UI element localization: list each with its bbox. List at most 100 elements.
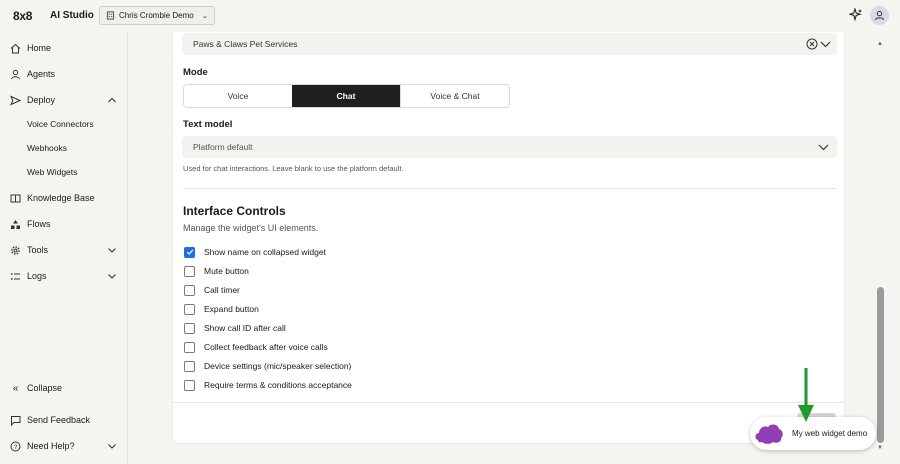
sparkle-icon[interactable] (849, 8, 863, 22)
send-feedback-button[interactable]: Send Feedback (0, 409, 128, 431)
control-label: Expand button (204, 304, 259, 314)
control-label: Collect feedback after voice calls (204, 342, 328, 352)
check-icon (186, 249, 193, 255)
feedback-icon (11, 415, 21, 426)
logo[interactable]: 8x8 (13, 9, 32, 23)
chevron-down-icon: ⌄ (202, 12, 208, 20)
mode-option-voice-and-chat[interactable]: Voice & Chat (400, 85, 509, 107)
text-model-select[interactable]: Platform default (182, 136, 837, 158)
double-chevron-left-icon: « (12, 382, 19, 394)
chevron-down-icon[interactable] (820, 39, 831, 49)
sidebar-item-label: Knowledge Base (27, 193, 95, 203)
control-label: Require terms & conditions acceptance (204, 380, 352, 390)
mode-label: Mode (183, 67, 208, 78)
agent-select-value: Paws & Claws Pet Services (193, 39, 298, 49)
flows-icon (11, 219, 20, 229)
checkbox[interactable] (184, 379, 195, 391)
footer-divider (173, 402, 845, 403)
sidebar-subitem-webhooks[interactable]: Webhooks (27, 143, 67, 153)
chevron-down-icon (108, 274, 116, 279)
checkbox[interactable] (184, 303, 195, 315)
building-icon (106, 11, 115, 20)
user-icon (875, 10, 884, 21)
home-icon (10, 43, 21, 53)
svg-text:?: ? (14, 444, 18, 451)
mode-option-chat[interactable]: Chat (292, 85, 400, 107)
mode-option-voice[interactable]: Voice (184, 85, 292, 107)
sidebar-item-agents[interactable]: Agents (0, 63, 128, 85)
help-icon: ? (10, 441, 21, 451)
control-show-call-id[interactable]: Show call ID after call (184, 322, 286, 334)
control-label: Show name on collapsed widget (204, 247, 326, 257)
checkbox[interactable] (184, 284, 195, 296)
sidebar-item-flows[interactable]: Flows (0, 213, 128, 235)
book-icon (10, 194, 21, 202)
workspace-selector[interactable]: Chris Crombie Demo ⌄ (99, 6, 215, 25)
checkbox[interactable] (184, 360, 195, 372)
text-model-value: Platform default (193, 142, 253, 152)
sidebar-item-label: Logs (27, 271, 47, 281)
control-label: Call timer (204, 285, 240, 295)
sidebar-subitem-voice-connectors[interactable]: Voice Connectors (27, 119, 94, 129)
scroll-up-icon[interactable]: ▲ (877, 41, 883, 47)
control-show-name[interactable]: Show name on collapsed widget (184, 246, 326, 258)
gear-icon (11, 245, 20, 255)
control-label: Device settings (mic/speaker selection) (204, 361, 352, 371)
chevron-up-icon (108, 97, 116, 103)
scrollbar-thumb[interactable] (877, 287, 884, 443)
collapse-sidebar-button[interactable]: « Collapse (0, 377, 128, 399)
user-avatar[interactable] (870, 6, 889, 25)
checkbox[interactable] (184, 322, 195, 334)
control-call-timer[interactable]: Call timer (184, 284, 240, 296)
chevron-down-icon (108, 444, 116, 449)
sidebar-item-deploy[interactable]: Deploy (0, 89, 128, 111)
checkbox[interactable] (184, 265, 195, 277)
sidebar-item-label: Home (27, 43, 52, 53)
collapse-label: Collapse (27, 383, 63, 393)
annotation-arrow-icon (798, 368, 814, 422)
checkbox-checked[interactable] (184, 246, 195, 258)
sidebar-item-knowledge-base[interactable]: Knowledge Base (0, 187, 128, 209)
need-help-label: Need Help? (27, 441, 75, 451)
deploy-icon (10, 95, 21, 105)
interface-controls-subtitle: Manage the widget's UI elements. (183, 223, 319, 233)
sidebar-item-logs[interactable]: Logs (0, 265, 128, 287)
control-expand-button[interactable]: Expand button (184, 303, 259, 315)
text-model-label: Text model (183, 119, 233, 130)
checkbox[interactable] (184, 341, 195, 353)
sidebar: Home Agents Deploy Voice Connectors Webh… (0, 32, 128, 464)
control-label: Show call ID after call (204, 323, 286, 333)
chevron-down-icon (108, 248, 116, 253)
control-device-settings[interactable]: Device settings (mic/speaker selection) (184, 360, 351, 372)
user-icon (11, 69, 20, 79)
clear-icon[interactable] (806, 38, 818, 50)
divider (183, 188, 837, 189)
sidebar-item-label: Tools (27, 245, 49, 255)
control-mute-button[interactable]: Mute button (184, 265, 249, 277)
sidebar-item-tools[interactable]: Tools (0, 239, 128, 261)
need-help-button[interactable]: ? Need Help? (0, 435, 128, 457)
widget-settings-panel: Paws & Claws Pet Services Mode Voice Cha… (172, 32, 845, 444)
sidebar-subitem-web-widgets[interactable]: Web Widgets (27, 167, 77, 177)
widget-logo-icon (755, 424, 783, 444)
sidebar-item-home[interactable]: Home (0, 37, 128, 59)
workspace-name: Chris Crombie Demo (119, 11, 194, 20)
sidebar-item-label: Deploy (27, 95, 56, 105)
mode-toggle: Voice Chat Voice & Chat (183, 84, 510, 108)
sidebar-item-label: Agents (27, 69, 56, 79)
widget-name: My web widget demo (792, 429, 868, 438)
chevron-down-icon (818, 144, 829, 151)
send-feedback-label: Send Feedback (27, 415, 91, 425)
app-title: AI Studio (50, 10, 94, 21)
agent-select[interactable]: Paws & Claws Pet Services (182, 33, 837, 55)
list-icon (10, 272, 20, 280)
scroll-down-icon[interactable]: ▼ (877, 445, 883, 451)
interface-controls-title: Interface Controls (183, 204, 286, 218)
top-bar: 8x8 AI Studio Chris Crombie Demo ⌄ (0, 0, 900, 32)
sidebar-item-label: Flows (27, 219, 51, 229)
scrollbar[interactable]: ▲ ▼ (874, 32, 886, 464)
text-model-helper: Used for chat interactions. Leave blank … (183, 164, 404, 173)
control-label: Mute button (204, 266, 249, 276)
control-collect-feedback[interactable]: Collect feedback after voice calls (184, 341, 328, 353)
control-require-terms[interactable]: Require terms & conditions acceptance (184, 379, 352, 391)
